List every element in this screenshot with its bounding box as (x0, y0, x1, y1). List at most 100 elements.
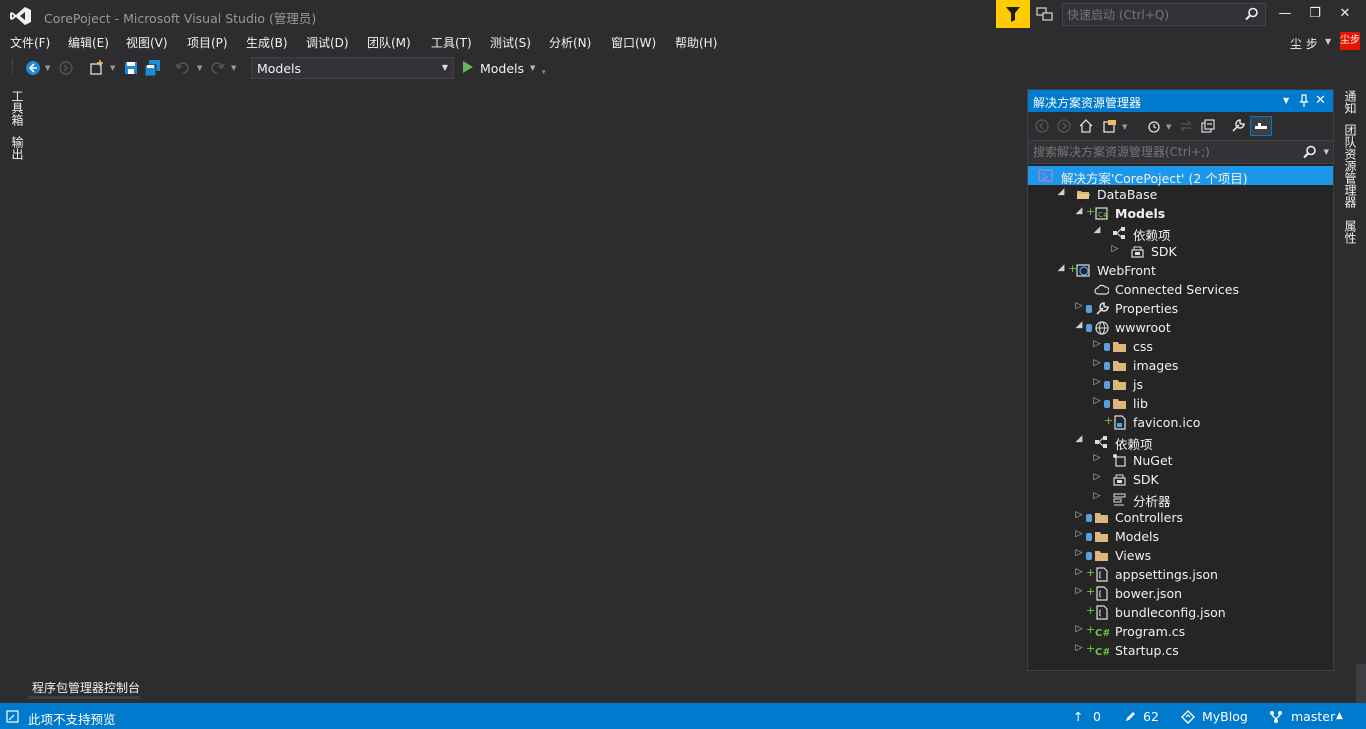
menu-tools[interactable]: 工具(T) (431, 34, 472, 51)
tree-node[interactable]: ◢ + C# Models (1028, 204, 1333, 223)
tree-node[interactable]: ▷ SDK (1028, 470, 1333, 489)
tree-node[interactable]: ▷ Models (1028, 527, 1333, 546)
tree-node[interactable]: ▷ NuGet (1028, 451, 1333, 470)
branch-icon[interactable] (1269, 710, 1283, 724)
collapsed-arrow-icon[interactable]: ▷ (1074, 586, 1084, 596)
start-debug-label[interactable]: Models (480, 61, 524, 76)
toolbar-grip[interactable] (12, 60, 16, 76)
push-arrow-icon[interactable]: ↑ (1073, 709, 1083, 724)
menu-test[interactable]: 测试(S) (490, 34, 531, 51)
collapsed-arrow-icon[interactable]: ▷ (1110, 244, 1120, 254)
expanded-arrow-icon[interactable]: ◢ (1074, 320, 1084, 330)
tree-node[interactable]: ▷ + appsettings.json (1028, 565, 1333, 584)
switch-views-icon[interactable] (1102, 118, 1118, 134)
window-position-dropdown-icon[interactable]: ▼ (1283, 96, 1289, 105)
output-tab[interactable]: 输出 (8, 136, 26, 160)
menu-edit[interactable]: 编辑(E) (68, 34, 109, 51)
tree-node[interactable]: ▷ css (1028, 337, 1333, 356)
tree-node[interactable]: ▷+C#Program.cs (1028, 622, 1333, 641)
navigate-forward-icon[interactable] (57, 59, 75, 77)
tree-node[interactable]: ◢ 依赖项 (1028, 223, 1333, 243)
undo-icon[interactable] (174, 59, 192, 77)
forward-icon[interactable] (1056, 118, 1072, 134)
close-icon[interactable]: ✕ (1315, 93, 1326, 108)
solution-explorer-search[interactable]: ▼ (1028, 140, 1333, 164)
tree-node[interactable]: + favicon.ico (1028, 413, 1333, 432)
branch-menu-icon[interactable]: ▲ (1336, 711, 1343, 721)
save-all-icon[interactable] (144, 59, 162, 77)
tree-node[interactable]: ▷ Properties (1028, 299, 1333, 318)
menu-debug[interactable]: 调试(D) (306, 34, 349, 51)
menu-team[interactable]: 团队(M) (367, 34, 411, 51)
pending-changes-count[interactable]: 62 (1143, 709, 1159, 724)
pending-changes-filter-icon[interactable] (1146, 118, 1162, 134)
collapsed-arrow-icon[interactable]: ▷ (1074, 643, 1084, 653)
tree-node[interactable]: ▷ Controllers (1028, 508, 1333, 527)
filter-dropdown-icon[interactable]: ▼ (1166, 123, 1171, 131)
tree-node[interactable]: ◢ DataBase (1028, 185, 1333, 204)
tree-node[interactable]: Connected Services (1028, 280, 1333, 299)
collapsed-arrow-icon[interactable]: ▷ (1074, 548, 1084, 558)
collapsed-arrow-icon[interactable]: ▷ (1092, 453, 1102, 463)
collapsed-arrow-icon[interactable]: ▷ (1092, 339, 1102, 349)
tree-node[interactable]: ▷ 分析器 (1028, 489, 1333, 509)
save-icon[interactable] (122, 59, 140, 77)
expanded-arrow-icon[interactable]: ◢ (1056, 263, 1066, 273)
branch-name[interactable]: master (1291, 709, 1335, 724)
menu-file[interactable]: 文件(F) (10, 34, 50, 51)
expanded-arrow-icon[interactable]: ◢ (1074, 434, 1084, 444)
avatar[interactable]: 尘步 (1340, 32, 1360, 50)
redo-dropdown-icon[interactable]: ▼ (231, 64, 236, 72)
navigate-back-icon[interactable] (24, 59, 42, 77)
collapsed-arrow-icon[interactable]: ▷ (1074, 510, 1084, 520)
back-dropdown-icon[interactable]: ▼ (45, 64, 50, 72)
wrench-icon[interactable] (1230, 118, 1246, 134)
quick-launch-input[interactable] (1063, 4, 1233, 25)
pencil-icon[interactable] (1124, 711, 1136, 723)
collapsed-arrow-icon[interactable]: ▷ (1092, 472, 1102, 482)
collapsed-arrow-icon[interactable]: ▷ (1074, 529, 1084, 539)
menu-window[interactable]: 窗口(W) (611, 34, 656, 51)
switch-views-dropdown-icon[interactable]: ▼ (1122, 123, 1127, 131)
sync-with-active-document-icon[interactable] (1178, 118, 1194, 134)
collapsed-arrow-icon[interactable]: ▷ (1074, 624, 1084, 634)
solution-explorer-header[interactable]: 解决方案资源管理器 ▼ ✕ (1028, 90, 1333, 112)
collapsed-arrow-icon[interactable]: ▷ (1092, 491, 1102, 501)
tree-node[interactable]: ▷ + bower.json (1028, 584, 1333, 603)
collapsed-arrow-icon[interactable]: ▷ (1092, 396, 1102, 406)
expanded-arrow-icon[interactable]: ◢ (1092, 225, 1102, 235)
minimize-button[interactable]: — (1275, 4, 1295, 24)
tree-node[interactable]: ▷ SDK (1028, 242, 1333, 261)
user-caret-icon[interactable]: ▼ (1325, 37, 1331, 46)
new-project-dropdown-icon[interactable]: ▼ (110, 64, 115, 72)
repository-icon[interactable] (1181, 710, 1195, 724)
new-project-icon[interactable] (88, 59, 106, 77)
tree-node[interactable]: ▷ Views (1028, 546, 1333, 565)
expanded-arrow-icon[interactable]: ◢ (1056, 187, 1066, 197)
back-icon[interactable] (1034, 118, 1050, 134)
collapsed-arrow-icon[interactable]: ▷ (1074, 301, 1084, 311)
quick-launch-box[interactable] (1062, 3, 1266, 26)
home-icon[interactable] (1078, 118, 1094, 134)
tree-node[interactable]: 解决方案'CorePoject' (2 个项目) (1028, 166, 1333, 186)
toolbox-tab[interactable]: 工具箱 (8, 90, 26, 126)
menu-build[interactable]: 生成(B) (246, 34, 288, 51)
menu-view[interactable]: 视图(V) (126, 34, 168, 51)
tree-node[interactable]: ▷ js (1028, 375, 1333, 394)
maximize-button[interactable]: ❐ (1305, 4, 1325, 24)
tree-node[interactable]: ▷ lib (1028, 394, 1333, 413)
redo-icon[interactable] (208, 59, 226, 77)
collapsed-arrow-icon[interactable]: ▷ (1074, 567, 1084, 577)
tree-node[interactable]: ◢ wwwroot (1028, 318, 1333, 337)
start-debug-play-icon[interactable] (462, 60, 474, 74)
unpushed-commits-count[interactable]: 0 (1093, 709, 1101, 724)
team-explorer-tab[interactable]: 团队资源管理器 (1341, 124, 1359, 208)
menu-analyze[interactable]: 分析(N) (549, 34, 591, 51)
notifications-tab[interactable]: 通知 (1341, 90, 1359, 114)
collapsed-arrow-icon[interactable]: ▷ (1092, 377, 1102, 387)
feedback-icon[interactable] (1036, 6, 1054, 22)
tree-node[interactable]: + bundleconfig.json (1028, 603, 1333, 622)
close-window-button[interactable]: ✕ (1335, 4, 1355, 24)
collapse-all-icon[interactable] (1200, 118, 1216, 134)
expanded-arrow-icon[interactable]: ◢ (1074, 206, 1084, 216)
